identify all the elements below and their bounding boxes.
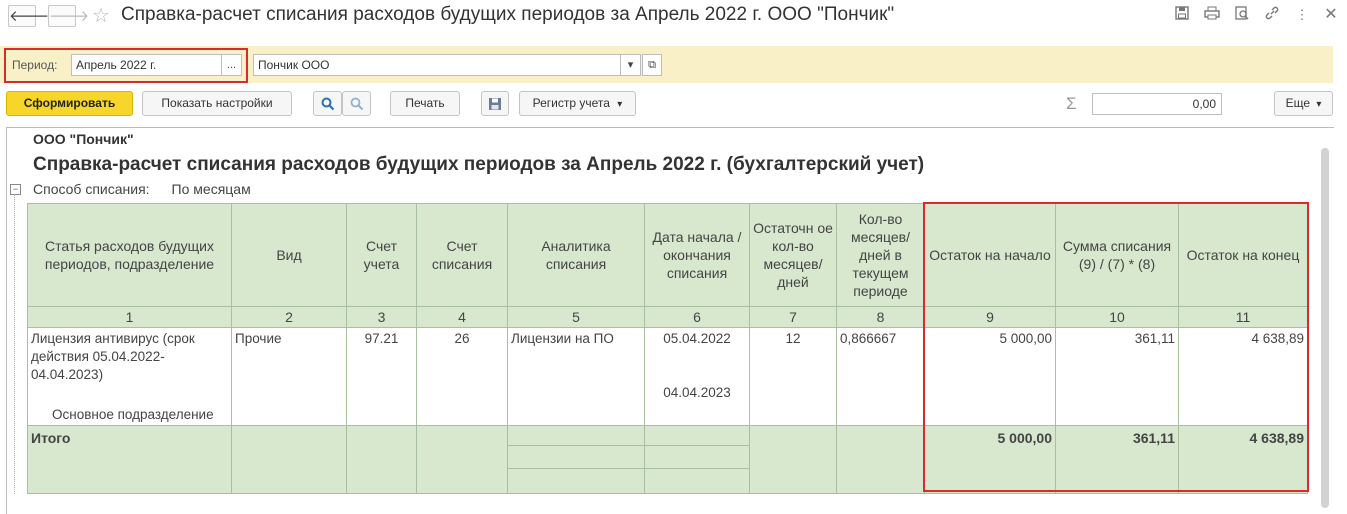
print-button[interactable]: Печать: [390, 91, 460, 116]
header-write-off-account: Счет списания: [416, 203, 508, 307]
header-current-period: Кол-во месяцев/ дней в текущем периоде: [836, 203, 925, 307]
back-button[interactable]: 🡐: [8, 5, 49, 27]
chevron-down-icon: ▾: [1316, 99, 1322, 110]
clear-search-button[interactable]: [342, 91, 371, 116]
period-field[interactable]: Апрель 2022 г.: [71, 54, 222, 76]
row-date-start: 05.04.2022: [663, 331, 731, 346]
empty-cell: [346, 425, 417, 494]
empty-cell: [836, 425, 925, 494]
period-label: Период:: [12, 58, 58, 72]
method-value: По месяцам: [171, 181, 251, 197]
search-clear-icon: [350, 97, 363, 111]
organization-field[interactable]: Пончик ООО: [253, 54, 621, 76]
empty-cell: [749, 425, 837, 494]
row-write-off-account: 26: [416, 327, 508, 426]
sum-icon: Σ: [1066, 94, 1077, 113]
row-current: 0,866667: [836, 327, 925, 426]
method-label: Способ списания:: [33, 181, 150, 197]
header-remaining: Остаточн ое кол-во месяцев/ дней: [749, 203, 837, 307]
report-organization: ООО "Пончик": [33, 131, 134, 147]
empty-cell: [644, 425, 750, 494]
group-line: [14, 194, 15, 494]
more-button[interactable]: Еще ▾: [1274, 91, 1333, 116]
window-title: Справка-расчет списания расходов будущих…: [121, 4, 895, 25]
arrow-left-icon: 🡐: [9, 8, 50, 25]
header-dates: Дата начала / окончания списания: [644, 203, 750, 307]
register-label: Регистр учета: [532, 96, 610, 110]
header-analytics: Аналитика списания: [507, 203, 645, 307]
row-article: Лицензия антивирус (срок действия 05.04.…: [31, 331, 195, 382]
search-icon: [321, 97, 334, 111]
report-title: Справка-расчет списания расходов будущих…: [33, 154, 925, 175]
amounts-highlight: [923, 202, 1309, 492]
arrow-right-icon: 🡒: [49, 8, 90, 25]
row-remaining: 12: [749, 327, 837, 426]
preview-icon[interactable]: [1233, 6, 1251, 24]
col-number: 3: [346, 306, 417, 328]
forward-button[interactable]: 🡒: [48, 5, 89, 27]
total-label: Итого: [27, 425, 232, 494]
generate-button[interactable]: Сформировать: [6, 91, 133, 116]
register-dropdown-button[interactable]: Регистр учета ▾: [519, 91, 636, 116]
sum-field: 0,00: [1092, 93, 1222, 115]
row-account: 97.21: [346, 327, 417, 426]
period-select-button[interactable]: ...: [221, 54, 242, 76]
write-off-method: Способ списания: По месяцам: [33, 181, 251, 197]
chevron-down-icon: ▾: [617, 99, 623, 110]
close-icon[interactable]: ✕: [1322, 6, 1340, 24]
link-icon[interactable]: [1263, 6, 1281, 24]
save-icon: [489, 98, 501, 110]
empty-cell: [416, 425, 508, 494]
show-settings-button[interactable]: Показать настройки: [142, 91, 292, 116]
row-kind: Прочие: [231, 327, 347, 426]
vertical-scrollbar[interactable]: [1321, 148, 1329, 508]
row-analytics: Лицензии на ПО: [507, 327, 645, 426]
save-icon[interactable]: [1173, 6, 1191, 24]
col-number: 5: [507, 306, 645, 328]
organization-dropdown-button[interactable]: ▾: [620, 54, 641, 76]
col-number: 2: [231, 306, 347, 328]
header-kind: Вид: [231, 203, 347, 307]
header-article: Статья расходов будущих периодов, подраз…: [27, 203, 232, 307]
empty-cell: [507, 425, 645, 494]
chevron-down-icon: ▾: [627, 59, 634, 71]
save-report-button[interactable]: [481, 91, 509, 116]
organization-open-button[interactable]: ⧉: [642, 54, 662, 76]
favorite-star-icon[interactable]: ☆: [92, 3, 110, 28]
row-date-end: 04.04.2023: [663, 385, 731, 400]
more-label: Еще: [1285, 96, 1311, 110]
col-number: 8: [836, 306, 925, 328]
open-window-icon: ⧉: [648, 59, 656, 71]
menu-icon[interactable]: ⋮: [1293, 6, 1311, 24]
col-number: 1: [27, 306, 232, 328]
col-number: 4: [416, 306, 508, 328]
print-icon[interactable]: [1203, 6, 1221, 24]
col-number: 6: [644, 306, 750, 328]
row-department: Основное подразделение: [52, 407, 214, 422]
collapse-group-icon[interactable]: −: [10, 184, 21, 195]
header-account: Счет учета: [346, 203, 417, 307]
empty-cell: [231, 425, 347, 494]
col-number: 7: [749, 306, 837, 328]
search-button[interactable]: [313, 91, 342, 116]
